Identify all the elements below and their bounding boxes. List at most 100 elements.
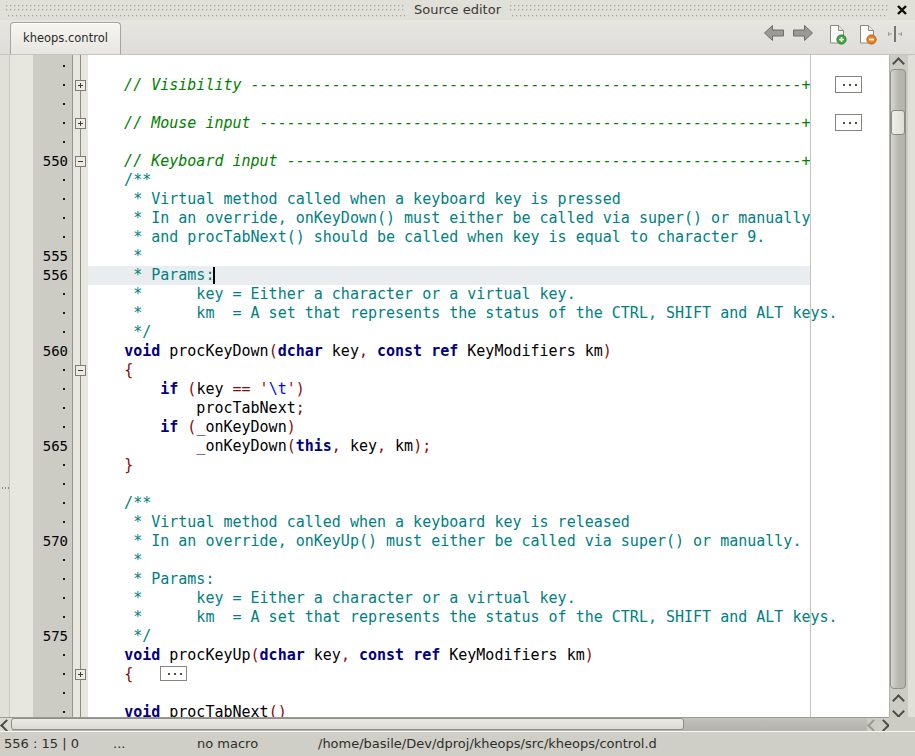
line-number: 570 (33, 532, 68, 551)
line-dot (63, 711, 65, 713)
code-line: { (88, 665, 133, 684)
line-dot (63, 122, 65, 124)
horizontal-scrollbar-thumb[interactable] (11, 718, 684, 730)
code-line: * Virtual method called when a keyboard … (88, 513, 630, 532)
fold-ellipsis[interactable] (835, 114, 862, 131)
code-line: /** (88, 171, 151, 190)
scrollbar-corner (889, 717, 915, 731)
code-line: /** (88, 494, 151, 513)
line-dot (63, 464, 65, 466)
close-icon[interactable] (893, 2, 911, 18)
source-editor-window: Source editor kheops.control (0, 0, 915, 756)
line-dot (63, 103, 65, 105)
fold-ellipsis[interactable] (835, 76, 862, 93)
code-line: if (_onKeyDown) (88, 418, 296, 437)
line-dot (63, 65, 65, 67)
go-forward-icon[interactable] (792, 24, 814, 46)
scroll-right-icon[interactable] (879, 721, 888, 730)
code-line: * (88, 247, 142, 266)
editor-left-margin (10, 55, 33, 717)
code-line: * In an override, onKeyUp() must either … (88, 532, 801, 551)
code-line: { (88, 361, 133, 380)
line-dot (63, 179, 65, 181)
line-dot (63, 407, 65, 409)
line-dot (63, 236, 65, 238)
line-dot (63, 521, 65, 523)
scroll-down-icon[interactable] (894, 707, 903, 716)
code-line: * (88, 551, 142, 570)
code-line: // Mouse input -------------------------… (88, 114, 810, 133)
line-dot (63, 198, 65, 200)
dock-splitter-grip (1, 487, 9, 489)
code-line: procTabNext; (88, 399, 305, 418)
line-number: 565 (33, 437, 68, 456)
code-line: // Visibility --------------------------… (88, 76, 810, 95)
code-line: * Params: (88, 570, 214, 589)
line-dot (63, 293, 65, 295)
code-line: } (88, 456, 133, 475)
window-title: Source editor (0, 2, 915, 17)
code-line: * km = A set that represents the status … (88, 608, 838, 627)
line-dot (63, 141, 65, 143)
code-line: * Virtual method called when a keyboard … (88, 190, 621, 209)
code-line: * In an override, onKeyDown() must eithe… (88, 209, 810, 228)
dock-splitter[interactable] (0, 55, 10, 717)
line-dot (63, 597, 65, 599)
fold-toggle-minus[interactable] (75, 365, 86, 376)
code-line: */ (88, 627, 151, 646)
line-dot (63, 673, 65, 675)
fold-toggle-plus[interactable] (75, 669, 86, 680)
line-dot (63, 388, 65, 390)
macro-status: no macro (197, 736, 258, 751)
line-dot (63, 84, 65, 86)
line-dot (63, 654, 65, 656)
fold-toggle-plus[interactable] (75, 80, 86, 91)
text-caret (213, 267, 215, 284)
fold-ellipsis-inline[interactable] (160, 666, 187, 681)
fold-toggle-plus[interactable] (75, 118, 86, 129)
code-line: // Keyboard input ----------------------… (88, 152, 810, 171)
line-number: 555 (33, 247, 68, 266)
fold-toggle-minus[interactable] (75, 156, 86, 167)
vertical-scrollbar-thumb[interactable] (891, 110, 905, 135)
line-number: 560 (33, 342, 68, 361)
scroll-up-icon[interactable] (894, 59, 903, 68)
code-line: * Params: (88, 266, 214, 285)
status-bar: 556 : 15 | 0 ... no macro /home/basile/D… (0, 731, 915, 756)
code-line: _onKeyDown(this, key, km); (88, 437, 431, 456)
right-margin-ruler (810, 55, 811, 717)
line-number: 550 (33, 152, 68, 171)
line-dot (63, 692, 65, 694)
line-dot (63, 426, 65, 428)
tab-label: kheops.control (23, 31, 108, 45)
code-line: */ (88, 323, 151, 342)
line-dot (63, 559, 65, 561)
code-line: * km = A set that represents the status … (88, 304, 838, 323)
vertical-scrollbar-track[interactable] (890, 69, 906, 689)
line-dot (63, 331, 65, 333)
status-ellipsis: ... (113, 736, 125, 751)
line-dot (63, 312, 65, 314)
fold-tree-line (80, 55, 81, 717)
title-bar[interactable]: Source editor (0, 0, 915, 20)
new-document-icon[interactable] (827, 24, 848, 49)
go-back-icon[interactable] (763, 24, 785, 46)
file-path-status: /home/basile/Dev/dproj/kheops/src/kheops… (318, 736, 657, 751)
code-line: * key = Either a character or a virtual … (88, 589, 576, 608)
scroll-up-icon-bottom[interactable] (894, 696, 903, 705)
scroll-left-icon[interactable] (2, 721, 11, 730)
code-line: if (key == '\t') (88, 380, 305, 399)
tab-bar: kheops.control (0, 20, 915, 55)
code-line: void procKeyUp(dchar key, const ref KeyM… (88, 646, 594, 665)
close-document-icon[interactable] (857, 24, 878, 49)
line-number: 575 (33, 627, 68, 646)
split-view-icon[interactable] (887, 24, 903, 48)
line-dot (63, 217, 65, 219)
line-dot (63, 578, 65, 580)
caret-position-status: 556 : 15 | 0 (4, 736, 79, 751)
code-line: * and procTabNext() should be called whe… (88, 228, 765, 247)
code-line: void procKeyDown(dchar key, const ref Ke… (88, 342, 612, 361)
line-dot (63, 483, 65, 485)
tab-kheops-control[interactable]: kheops.control (10, 22, 121, 54)
line-dot (63, 369, 65, 371)
